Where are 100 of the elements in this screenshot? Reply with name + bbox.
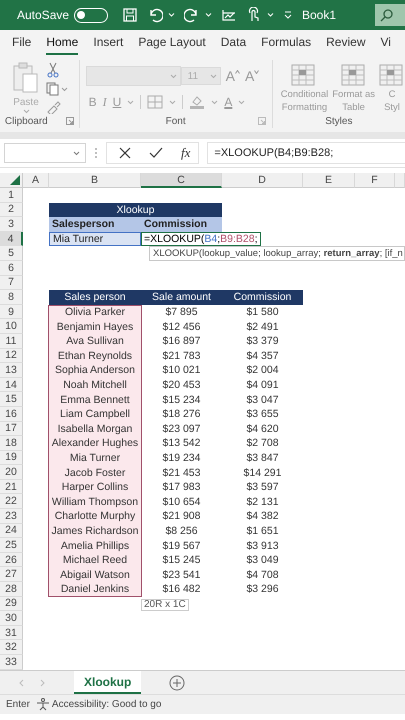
row-header[interactable]: 29 <box>0 596 23 612</box>
row-header[interactable]: 27 <box>0 567 23 582</box>
table-cell-text: $21 453 <box>162 466 202 480</box>
row-header[interactable]: 28 <box>0 582 23 597</box>
row-header[interactable]: 30 <box>0 611 23 626</box>
table-cell-text: $8 256 <box>164 524 199 538</box>
table-cell-text: $16 482 <box>162 582 202 597</box>
customize-icon[interactable] <box>283 10 294 20</box>
row-header[interactable]: 16 <box>0 406 23 422</box>
search-field[interactable] <box>375 4 405 26</box>
ribbon-tab[interactable]: Insert <box>93 31 124 55</box>
row-header[interactable]: 5 <box>0 246 23 261</box>
column-header[interactable]: A <box>23 173 49 188</box>
column-header[interactable]: C <box>141 173 222 188</box>
row-header[interactable]: 22 <box>0 494 23 510</box>
fill-color-icon[interactable] <box>189 94 206 110</box>
table-cell: Mia Turner <box>49 232 141 246</box>
row-header[interactable]: 4 <box>0 232 23 246</box>
row-header[interactable]: 20 <box>0 465 23 480</box>
table-cell-text: Harper Collins <box>60 480 130 494</box>
row-header[interactable]: 17 <box>0 422 23 436</box>
row-header[interactable]: 9 <box>0 304 23 320</box>
row-header[interactable]: 2 <box>0 202 23 218</box>
ribbon-tab[interactable]: Data <box>220 31 246 55</box>
row-header[interactable]: 8 <box>0 290 23 305</box>
row-header[interactable]: 24 <box>0 524 23 538</box>
ribbon-tab[interactable]: Review <box>326 31 366 55</box>
autosave-toggle[interactable] <box>74 8 108 22</box>
sheet-tab[interactable]: Xlookup <box>74 671 142 694</box>
add-sheet-icon[interactable] <box>169 674 186 690</box>
table-cell-text: $12 456 <box>162 320 202 334</box>
row-header[interactable]: 31 <box>0 626 23 640</box>
format-painter-icon[interactable] <box>46 100 62 114</box>
row-header[interactable]: 14 <box>0 378 23 392</box>
table-header-cell: Sales person <box>49 290 141 305</box>
row-header[interactable]: 1 <box>0 188 23 203</box>
table-cell-text: $2 004 <box>245 363 280 378</box>
copy-icon[interactable] <box>46 82 68 96</box>
table-cell-text: $3 597 <box>245 480 280 494</box>
select-all-button[interactable] <box>0 173 23 188</box>
caret-icon[interactable] <box>73 150 80 156</box>
row-header[interactable]: 33 <box>0 655 23 670</box>
font-name-field[interactable] <box>86 66 181 86</box>
save-icon[interactable] <box>122 7 138 23</box>
table-cell-text: $19 234 <box>162 450 202 466</box>
row-header[interactable]: 15 <box>0 392 23 407</box>
row-header[interactable]: 19 <box>0 450 23 466</box>
row-header[interactable]: 3 <box>0 217 23 232</box>
dialog-launcher-icon[interactable] <box>66 117 74 125</box>
close-icon[interactable] <box>119 147 131 159</box>
table-cell-text: William Thompson <box>50 494 140 510</box>
row-header[interactable]: 21 <box>0 480 23 494</box>
table-cell-text: $19 567 <box>162 538 202 553</box>
column-header[interactable]: D <box>222 173 303 188</box>
table-cell-text: $3 847 <box>245 450 280 466</box>
table-cell-text: $17 983 <box>162 480 202 494</box>
ribbon-tab[interactable]: Formulas <box>261 31 312 55</box>
table-cell-text: $21 908 <box>162 509 202 524</box>
insert-function-button[interactable]: fx <box>181 145 190 161</box>
scissors-icon[interactable] <box>46 62 60 78</box>
row-header[interactable]: 6 <box>0 260 23 276</box>
table-cell-text: $1 651 <box>245 524 280 538</box>
column-header[interactable]: F <box>355 173 395 188</box>
search-icon[interactable] <box>380 8 394 22</box>
drag-handle-icon[interactable] <box>94 146 98 160</box>
table-cell-text: Mia Turner <box>68 450 122 466</box>
triangle-icon <box>10 175 20 185</box>
row-header[interactable]: 25 <box>0 538 23 553</box>
table-cell-text: $3 913 <box>245 538 280 553</box>
table-cell-text: $2 708 <box>245 436 280 451</box>
row-header[interactable]: 12 <box>0 348 23 364</box>
table-cell-text: $3 655 <box>245 407 280 422</box>
group-label: Font <box>166 116 186 126</box>
formula-field[interactable]: =XLOOKUP(B4;B9:B28; <box>207 142 405 164</box>
table-header-cell: Commission <box>222 290 303 305</box>
table-cell-text: $4 708 <box>245 568 280 582</box>
row-header[interactable]: 10 <box>0 319 23 334</box>
row-header[interactable]: 13 <box>0 363 23 378</box>
down-caret-icon <box>254 70 260 74</box>
ribbon-tab[interactable]: File <box>12 31 32 55</box>
accessibility-status[interactable]: Accessibility: Good to go <box>52 699 162 710</box>
table-cell-text: $23 541 <box>162 568 202 582</box>
row-header[interactable]: 11 <box>0 334 23 349</box>
row-header[interactable]: 7 <box>0 276 23 290</box>
ribbon-tab[interactable]: Vi <box>380 31 391 55</box>
formula-cell[interactable]: =XLOOKUP(B4;B9:B28; <box>141 232 261 246</box>
table-cell-text: $4 091 <box>245 378 280 392</box>
ribbon-tab[interactable]: Page Layout <box>138 31 206 55</box>
table-cell-text: $15 234 <box>162 392 202 407</box>
column-header[interactable]: B <box>49 173 141 188</box>
row-header[interactable]: 18 <box>0 436 23 451</box>
accessibility-icon[interactable] <box>36 698 50 711</box>
table-cell-text: $14 291 <box>242 466 282 480</box>
column-header[interactable]: E <box>303 173 355 188</box>
row-header[interactable]: 32 <box>0 640 23 655</box>
row-header[interactable]: 23 <box>0 509 23 524</box>
chart-icon[interactable] <box>221 7 238 23</box>
row-header[interactable]: 26 <box>0 552 23 568</box>
checkmark-icon[interactable] <box>149 147 163 159</box>
table-cell-text: Isabella Morgan <box>56 422 134 436</box>
